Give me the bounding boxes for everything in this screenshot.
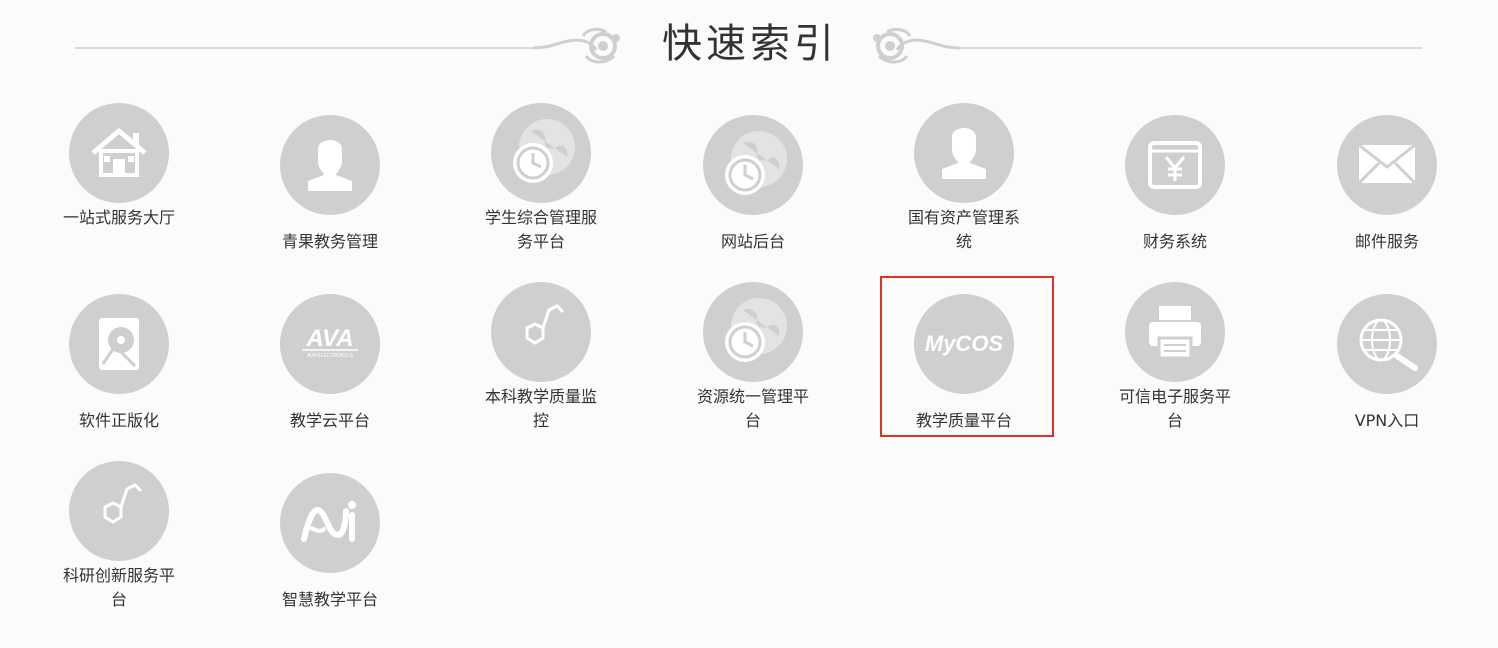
tile-label: 教学质量平台 — [915, 411, 1012, 430]
quick-link-vpn[interactable]: VPN入口 — [1287, 294, 1487, 469]
globe-clock-icon — [491, 103, 591, 207]
quick-link-student-management[interactable]: 学生综合管理服务平台 — [441, 103, 641, 278]
tile-label: 智慧教学平台 — [281, 590, 378, 609]
house-icon — [69, 103, 169, 207]
svg-text:AVA ELECTRONICS: AVA ELECTRONICS — [307, 353, 354, 359]
header-divider-right — [960, 47, 1422, 49]
mycos-logo-icon: MyCOS — [914, 294, 1014, 398]
quick-link-resource-management[interactable]: 资源统一管理平台 — [653, 282, 853, 457]
page-title: 快速索引 — [662, 21, 838, 67]
quick-link-state-assets[interactable]: 国有资产管理系统 — [864, 103, 1064, 278]
quick-link-finance[interactable]: 财务系统 — [1075, 115, 1275, 290]
user-icon — [914, 103, 1014, 207]
quick-link-trusted-e-service[interactable]: 可信电子服务平台 — [1075, 282, 1275, 457]
svg-text:MyCOS: MyCOS — [925, 331, 1004, 356]
quick-link-mail[interactable]: 邮件服务 — [1287, 115, 1487, 290]
tile-label: 一站式服务大厅 — [62, 208, 175, 227]
cloud-ornament-right-icon — [873, 27, 961, 64]
header-divider-left — [75, 47, 535, 49]
globe-search-icon — [1337, 294, 1437, 398]
tile-label: 青果教务管理 — [281, 232, 378, 251]
molecule-icon — [491, 282, 591, 386]
tile-label: 资源统一管理平台 — [696, 387, 809, 430]
section-header: 快速索引 — [0, 0, 1498, 90]
tile-label: 网站后台 — [720, 232, 785, 251]
quick-link-one-stop-service[interactable]: 一站式服务大厅 — [19, 103, 219, 278]
quick-link-undergrad-quality-monitor[interactable]: 本科教学质量监控 — [441, 282, 641, 457]
quick-link-software-licensing[interactable]: 软件正版化 — [19, 294, 219, 469]
tile-label: 可信电子服务平台 — [1118, 387, 1231, 430]
quick-link-qingguo-academic[interactable]: 青果教务管理 — [230, 115, 430, 290]
disk-icon — [69, 294, 169, 398]
envelope-icon — [1337, 115, 1437, 219]
cloud-ornament-left-icon — [532, 27, 620, 64]
quick-link-teaching-quality-platform[interactable]: MyCOS 教学质量平台 — [864, 294, 1064, 469]
tile-label: 科研创新服务平台 — [62, 566, 175, 609]
tile-label: 学生综合管理服务平台 — [484, 208, 597, 251]
user-icon — [280, 115, 380, 219]
tile-label: 财务系统 — [1142, 232, 1207, 251]
tile-label: 邮件服务 — [1354, 232, 1419, 251]
tile-label: 国有资产管理系统 — [907, 208, 1020, 251]
ai-logo-icon — [280, 473, 380, 577]
tile-label: 教学云平台 — [289, 411, 370, 430]
globe-clock-icon — [703, 282, 803, 386]
tile-label: VPN入口 — [1354, 411, 1420, 430]
tile-label: 软件正版化 — [78, 411, 159, 430]
quick-link-smart-teaching[interactable]: 智慧教学平台 — [230, 473, 430, 648]
quick-link-teaching-cloud[interactable]: AVA AVA ELECTRONICS 教学云平台 — [230, 294, 430, 469]
tile-label: 本科教学质量监控 — [484, 387, 597, 430]
printer-icon — [1125, 282, 1225, 386]
ava-logo-icon: AVA AVA ELECTRONICS — [280, 294, 380, 398]
svg-text:AVA: AVA — [305, 325, 353, 352]
quick-link-research-innovation[interactable]: 科研创新服务平台 — [19, 461, 219, 636]
globe-clock-icon — [703, 115, 803, 219]
molecule-icon — [69, 461, 169, 565]
yen-icon — [1125, 115, 1225, 219]
quick-link-website-admin[interactable]: 网站后台 — [653, 115, 853, 290]
